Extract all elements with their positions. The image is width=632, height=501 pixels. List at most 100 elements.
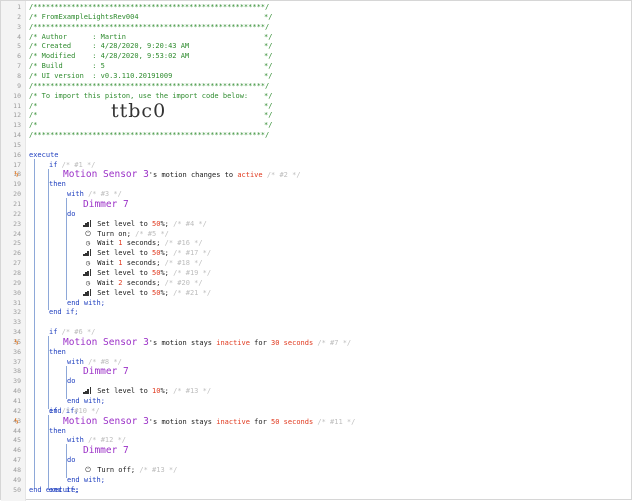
line-number: 36 bbox=[13, 347, 21, 356]
condition-value[interactable]: active bbox=[237, 171, 262, 179]
line-number: 19 bbox=[13, 180, 21, 189]
line-number: 25 bbox=[13, 239, 21, 248]
header-text: /* Modified : 4/28/2020, 9:53:02 AM bbox=[29, 52, 190, 61]
comment-end: */ bbox=[264, 91, 273, 100]
action-text: %; bbox=[160, 268, 169, 277]
comment-end: */ bbox=[264, 32, 273, 41]
line-number: 41 bbox=[13, 397, 21, 405]
action-text[interactable]: Set level to bbox=[93, 387, 152, 395]
action-line: Set level to 50%; /* #19 */ bbox=[83, 268, 211, 278]
action-text[interactable]: Turn off; bbox=[93, 466, 135, 474]
header-text: /* bbox=[29, 121, 38, 130]
action-line: Set level to 10%; /* #13 */ bbox=[83, 387, 211, 396]
execute-keyword: execute bbox=[29, 150, 59, 159]
signal-icon bbox=[83, 268, 93, 276]
action-line: Set level to 50%; /* #21 */ bbox=[83, 288, 212, 298]
header-line: /* UI version : v0.3.110.20191009 */ bbox=[29, 72, 272, 81]
action-line: ◷ Wait 1 seconds; /* #18 */ bbox=[83, 259, 203, 268]
header-line: /* Created : 4/28/2020, 9:20:43 AM */ bbox=[29, 42, 272, 51]
target-device[interactable]: Dimmer 7 bbox=[83, 199, 129, 210]
end-if-line: end if; bbox=[49, 308, 79, 317]
block-guide bbox=[66, 198, 67, 301]
header-line: /***************************************… bbox=[29, 23, 269, 32]
statement-id: /* #17 */ bbox=[168, 249, 212, 258]
trigger-bolt-icon: ϟ bbox=[14, 416, 19, 426]
condition-line: Motion Sensor 3's motion changes to acti… bbox=[63, 169, 301, 180]
line-number: 49 bbox=[13, 475, 21, 484]
header-line: /* Build : 5 */ bbox=[29, 62, 272, 71]
line-number: 14 bbox=[13, 131, 21, 140]
clock-icon: ◷ bbox=[85, 278, 91, 287]
condition-value[interactable]: inactive bbox=[216, 418, 250, 426]
action-text[interactable]: Set level to bbox=[93, 249, 152, 257]
condition-line: Motion Sensor 3's motion stays inactive … bbox=[63, 416, 355, 427]
target-line: Dimmer 7 bbox=[83, 199, 129, 210]
line-number: 37 bbox=[13, 357, 21, 366]
signal-icon bbox=[83, 219, 93, 227]
block-guide bbox=[48, 168, 49, 311]
header-text: /* Created : 4/28/2020, 9:20:43 AM bbox=[29, 42, 190, 51]
condition-line: Motion Sensor 3's motion stays inactive … bbox=[63, 337, 351, 348]
signal-icon bbox=[83, 249, 93, 257]
action-text[interactable]: Set level to bbox=[93, 220, 152, 228]
statement-id: /* #13 */ bbox=[135, 465, 178, 474]
line-number: 23 bbox=[13, 219, 21, 228]
with-line: with /* #8 */ bbox=[67, 358, 122, 367]
comment-border: /***************************************… bbox=[29, 131, 270, 140]
condition-duration[interactable]: 50 seconds bbox=[271, 418, 313, 426]
action-text[interactable]: Wait bbox=[93, 259, 118, 267]
statement-id: /* #8 */ bbox=[83, 357, 122, 366]
line-number: 47 bbox=[13, 456, 21, 465]
action-text[interactable]: Wait bbox=[93, 279, 118, 287]
signal-icon bbox=[83, 288, 93, 296]
line-number: 28 bbox=[13, 268, 21, 277]
statement-id: /* #21 */ bbox=[168, 288, 212, 297]
line-number: 30 bbox=[13, 288, 21, 297]
header-border: /***************************************… bbox=[29, 3, 269, 12]
action-text[interactable]: Set level to bbox=[93, 269, 152, 277]
block-guide bbox=[48, 336, 49, 409]
line-number: 44 bbox=[13, 426, 21, 435]
trigger-bolt-icon: ϟ bbox=[14, 170, 19, 180]
action-line: ⏻ Turn off; /* #13 */ bbox=[83, 466, 177, 475]
line-number: 21 bbox=[13, 200, 21, 208]
action-text[interactable]: Turn on; bbox=[93, 230, 131, 238]
trigger-bolt-icon: ϟ bbox=[14, 337, 19, 347]
target-device[interactable]: Dimmer 7 bbox=[83, 445, 129, 456]
comment-border: /***************************************… bbox=[29, 3, 270, 11]
action-text[interactable]: Wait bbox=[93, 239, 118, 247]
action-line: Set level to 50%; /* #4 */ bbox=[83, 219, 207, 229]
condition-device[interactable]: Motion Sensor 3 bbox=[63, 416, 149, 427]
statement-id: /* #13 */ bbox=[168, 387, 212, 396]
statement-id: /* #2 */ bbox=[262, 171, 301, 180]
do-keyword: do bbox=[67, 209, 76, 218]
import-code[interactable]: ttbc0 bbox=[111, 100, 166, 122]
statement-id: /* #16 */ bbox=[160, 239, 203, 248]
line-number: 32 bbox=[13, 308, 21, 317]
block-guide bbox=[66, 444, 67, 478]
action-text[interactable]: Set level to bbox=[93, 289, 152, 297]
line-number: 10 bbox=[13, 91, 21, 100]
condition-device[interactable]: Motion Sensor 3 bbox=[63, 169, 149, 180]
action-line: ◷ Wait 1 seconds; /* #16 */ bbox=[83, 239, 203, 248]
end-execute-keyword: end execute; bbox=[29, 485, 80, 494]
line-number: 15 bbox=[13, 140, 21, 149]
condition-duration[interactable]: 30 seconds bbox=[271, 339, 313, 347]
header-line: /* Author : Martin */ bbox=[29, 33, 272, 42]
power-icon: ⏻ bbox=[85, 229, 91, 238]
line-number: 24 bbox=[13, 229, 21, 238]
header-text: /* UI version : v0.3.110.20191009 bbox=[29, 71, 173, 80]
line-number-gutter: 1 2 3 4 5 6 7 8 9 10 11 12 13 14 15 16 17 18 19 20 21 22 23 24 2… bbox=[1, 1, 26, 501]
header-line: /* FromExampleLightsRev004 */ bbox=[29, 13, 272, 22]
header-line: /* Modified : 4/28/2020, 9:53:02 AM */ bbox=[29, 52, 272, 61]
target-device[interactable]: Dimmer 7 bbox=[83, 366, 129, 377]
action-line: Set level to 50%; /* #17 */ bbox=[83, 249, 211, 258]
header-line: /* */ bbox=[29, 121, 272, 130]
action-text: %; bbox=[160, 387, 169, 396]
line-number: 8 bbox=[17, 71, 21, 80]
end-with-line: end with; bbox=[67, 476, 105, 485]
condition-device[interactable]: Motion Sensor 3 bbox=[63, 337, 149, 348]
comment-end: */ bbox=[264, 62, 273, 71]
target-line: Dimmer 7 bbox=[83, 445, 129, 456]
condition-value[interactable]: inactive bbox=[216, 339, 250, 347]
